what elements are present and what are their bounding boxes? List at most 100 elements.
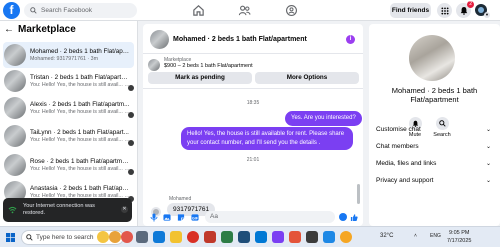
message-input[interactable]: Aa <box>205 211 335 223</box>
groups-icon[interactable] <box>285 4 298 17</box>
tray-chevron-icon[interactable]: ˄ <box>414 233 417 239</box>
svg-text:GIF: GIF <box>192 216 199 220</box>
chrome-icon[interactable] <box>187 231 199 243</box>
grid-menu-icon <box>440 6 449 15</box>
listing-photo[interactable] <box>409 35 455 81</box>
system-clock[interactable]: 9:05 PM 7/17/2025 <box>447 229 471 245</box>
language-indicator[interactable]: ENG <box>430 233 441 239</box>
weather-icon[interactable] <box>340 231 352 243</box>
mark-as-pending-button[interactable]: Mark as pending <box>148 72 252 84</box>
listing-thumbnail <box>4 154 26 176</box>
chat-members-row[interactable]: Chat members ⌄ <box>376 143 491 150</box>
chevron-down-icon: ⌄ <box>485 127 491 133</box>
home-icon[interactable] <box>192 4 205 17</box>
temperature-label[interactable]: 32°C <box>380 233 393 239</box>
more-options-button[interactable]: More Options <box>255 72 359 84</box>
file-explorer-icon[interactable] <box>170 231 182 243</box>
seen-avatar <box>128 140 134 146</box>
conversation-details-panel: Mohamed · 2 beds 1 bath Flat/apartment M… <box>369 24 500 226</box>
marketplace-listing-bar: Marketplace $900 – 2 beds 1 bath Flat/ap… <box>143 54 363 89</box>
gif-icon[interactable]: GIF <box>191 213 199 222</box>
conversation-item[interactable]: Alexis · 2 beds 1 bath Flat/apartm... Yo… <box>3 95 134 121</box>
app-icon[interactable] <box>221 231 233 243</box>
conversation-snippet: You: Hello! Yes, the house is still avai… <box>30 109 130 115</box>
listing-thumbnail <box>4 44 26 66</box>
conversation-name: Rose · 2 beds 1 bath Flat/apartment <box>30 158 130 165</box>
photo-icon[interactable] <box>163 213 171 222</box>
conversation-item[interactable]: Tristan · 2 beds 1 bath Flat/apartm... Y… <box>3 68 134 94</box>
listing-thumbnail <box>4 70 26 92</box>
task-view-icon[interactable] <box>136 231 148 243</box>
emoji-widget-icon[interactable] <box>121 231 133 243</box>
store-icon[interactable] <box>153 231 165 243</box>
chat-panel: Mohamed · 2 beds 1 bath Flat/apartment i… <box>143 24 363 226</box>
taskbar-search-placeholder: Type here to search <box>36 234 94 241</box>
chat-header: Mohamed · 2 beds 1 bath Flat/apartment i <box>143 24 363 54</box>
chat-scrollbar[interactable] <box>357 184 360 204</box>
outgoing-message: Hello! Yes, the house is still available… <box>181 127 353 150</box>
listing-thumbnail[interactable] <box>150 30 169 49</box>
message-composer: GIF Aa <box>143 210 363 226</box>
conversation-item[interactable]: TaiLynn · 2 beds 1 bath Flat/apart... Yo… <box>3 123 134 149</box>
chat-title[interactable]: Mohamed · 2 beds 1 bath Flat/apartment <box>173 36 307 43</box>
conversation-item[interactable]: Rose · 2 beds 1 bath Flat/apartment You:… <box>3 152 134 178</box>
conversation-name: TaiLynn · 2 beds 1 bath Flat/apart... <box>30 129 129 136</box>
notifications-button[interactable]: 2 <box>456 1 474 18</box>
row-label: Privacy and support <box>376 177 434 184</box>
message-timestamp: 21:01 <box>246 157 260 163</box>
clock-date: 7/17/2025 <box>447 238 472 244</box>
app-icon[interactable] <box>238 231 250 243</box>
conversation-name: Anastasia · 2 beds 1 bath Flat/apa... <box>30 185 130 192</box>
emoji-widget-icon[interactable] <box>109 231 121 243</box>
search-input[interactable]: Search Facebook <box>24 3 137 18</box>
find-friends-button[interactable]: Find friends <box>390 3 431 18</box>
listing-thumbnail <box>4 97 26 119</box>
page-title: Marketplace <box>18 24 76 35</box>
connection-restored-toast: Your Internet connection was restored. ✕ <box>3 198 132 222</box>
app-icon[interactable] <box>272 231 284 243</box>
chevron-down-icon: ⌄ <box>485 144 491 150</box>
search-icon <box>30 7 37 14</box>
seen-avatar <box>128 169 134 175</box>
search-placeholder: Search Facebook <box>41 7 92 14</box>
toast-close-button[interactable]: ✕ <box>121 206 128 213</box>
windows-start-icon[interactable] <box>6 233 15 242</box>
windows-taskbar: Type here to search 32°C ˄ ENG 9:05 PM 7… <box>0 226 500 247</box>
message-timestamp: 18:35 <box>246 100 260 106</box>
friends-icon[interactable] <box>238 4 251 17</box>
clock-time: 9:05 PM <box>448 230 470 236</box>
app-icon[interactable] <box>204 231 216 243</box>
conversation-item[interactable]: Mohamed · 2 beds 1 bath Flat/apart... Mo… <box>3 42 134 68</box>
back-arrow-icon[interactable]: ← <box>4 24 14 35</box>
outgoing-message: Yes. Are you interested? <box>285 111 362 126</box>
menu-button[interactable] <box>437 3 452 18</box>
app-icon[interactable] <box>306 231 318 243</box>
facebook-logo[interactable]: f <box>3 2 20 19</box>
thumbs-up-icon[interactable] <box>350 213 358 222</box>
app-icon[interactable] <box>289 231 301 243</box>
listing-thumbnail <box>4 125 26 147</box>
customise-chat-row[interactable]: Customise chat ⌄ <box>376 126 491 133</box>
sticker-icon[interactable] <box>177 213 185 222</box>
conversation-name: Alexis · 2 beds 1 bath Flat/apartm... <box>30 101 130 108</box>
conversation-name: Mohamed · 2 beds 1 bath Flat/apartment <box>391 86 478 104</box>
info-icon[interactable]: i <box>346 35 355 44</box>
sidebar-header: ← Marketplace <box>4 24 76 35</box>
microphone-icon[interactable] <box>150 213 158 222</box>
notification-count-badge: 2 <box>467 1 474 8</box>
emoji-icon[interactable] <box>339 213 347 221</box>
marketplace-sidebar: ← Marketplace Mohamed · 2 beds 1 bath Fl… <box>0 21 138 226</box>
edge-icon[interactable] <box>255 231 267 243</box>
row-label: Chat members <box>376 143 419 150</box>
listing-price-title[interactable]: $900 – 2 beds 1 bath Flat/apartment <box>164 63 354 69</box>
conversation-name: Tristan · 2 beds 1 bath Flat/apartm... <box>30 74 130 81</box>
conversation-snippet: You: Hello! Yes, the house is still avai… <box>30 82 130 88</box>
seen-avatar <box>128 112 134 118</box>
privacy-support-row[interactable]: Privacy and support ⌄ <box>376 177 491 184</box>
app-icon[interactable] <box>323 231 335 243</box>
row-label: Media, files and links <box>376 160 437 167</box>
emoji-widget-icon[interactable] <box>97 231 109 243</box>
media-files-links-row[interactable]: Media, files and links ⌄ <box>376 160 491 167</box>
chevron-down-icon[interactable]: ▼ <box>484 12 490 18</box>
row-label: Customise chat <box>376 126 421 133</box>
